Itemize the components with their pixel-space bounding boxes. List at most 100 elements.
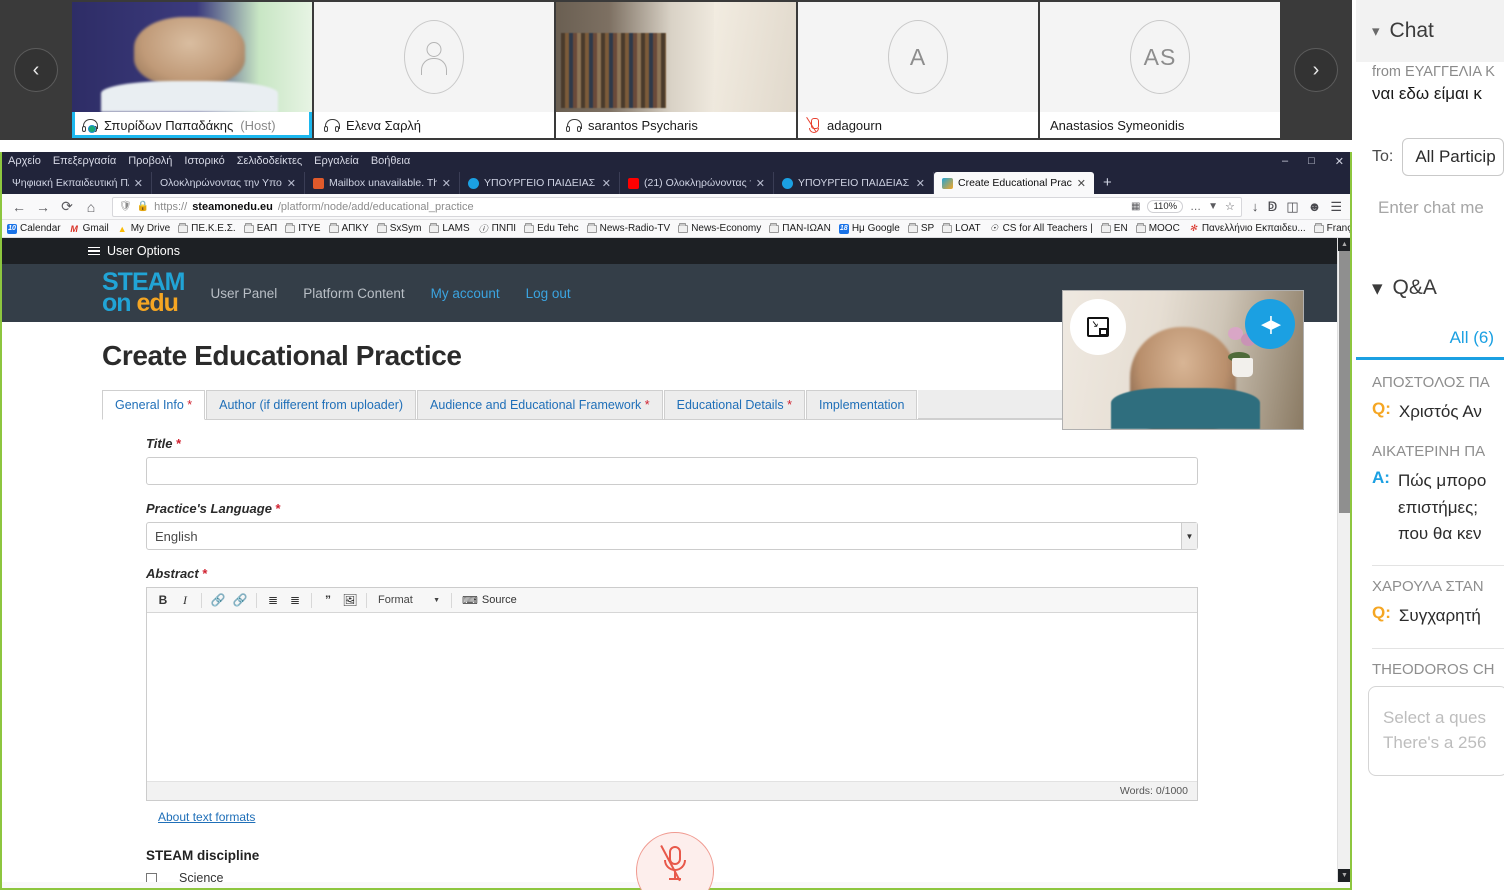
participant-tile[interactable]: Σπυρίδων Παπαδάκης (Host) xyxy=(72,2,312,138)
minimize-button[interactable]: – xyxy=(1282,155,1288,167)
browser-tab[interactable]: Mailbox unavailable. The serve ✕ xyxy=(305,172,460,194)
picture-in-picture-toggle-button[interactable]: ↘ xyxy=(1070,299,1126,355)
abstract-editor-body[interactable] xyxy=(147,613,1197,781)
new-tab-button[interactable]: + xyxy=(1094,172,1121,194)
format-dropdown[interactable]: Format ▼ xyxy=(373,591,445,610)
bookmark-loat[interactable]: LOAT xyxy=(942,223,981,234)
qa-panel-header[interactable]: ▾ Q&A xyxy=(1356,258,1504,318)
bookmark-sxsym[interactable]: SxSym xyxy=(376,223,421,234)
bookmark-pnpi[interactable]: ⓘ ΠΝΠΙ xyxy=(478,222,516,235)
nav-platform-content[interactable]: Platform Content xyxy=(303,286,404,301)
shield-icon[interactable]: 🛡 xyxy=(119,201,132,212)
nav-user-panel[interactable]: User Panel xyxy=(211,286,278,301)
menu-help[interactable]: Βοήθεια xyxy=(371,155,410,167)
bookmark-lams[interactable]: LAMS xyxy=(429,223,470,234)
tab-close-icon[interactable]: ✕ xyxy=(602,177,611,190)
zoom-level-badge[interactable]: 110% xyxy=(1147,200,1184,213)
unlink-icon[interactable]: 🔗 xyxy=(230,591,250,610)
image-icon[interactable]: 🖼 xyxy=(340,591,360,610)
tab-close-icon[interactable]: ✕ xyxy=(134,177,143,190)
chevron-down-icon[interactable]: ▾ xyxy=(1372,276,1383,301)
maximize-button[interactable]: □ xyxy=(1308,155,1315,167)
bookmark-panellinio-ekpaideu[interactable]: ✻ Πανελλήνιο Εκπαιδευ... xyxy=(1188,223,1306,234)
browser-tab[interactable]: ΥΠΟΥΡΓΕΙΟ ΠΑΙΔΕΙΑΣ ΚΑΙ ΘΡΗ ✕ xyxy=(460,172,620,194)
participant-tile[interactable]: sarantos Psycharis xyxy=(556,2,796,138)
bookmark-mooc[interactable]: MOOC xyxy=(1135,223,1180,234)
nav-log-out[interactable]: Log out xyxy=(526,286,571,301)
back-button[interactable]: ← xyxy=(8,196,30,218)
bookmark-eap[interactable]: ΕΑΠ xyxy=(243,223,277,234)
tab-close-icon[interactable]: ✕ xyxy=(756,177,765,190)
participants-prev-button[interactable]: ‹ xyxy=(0,0,72,140)
reload-button[interactable]: ⟳ xyxy=(56,196,78,218)
menu-file[interactable]: Αρχείο xyxy=(8,155,41,167)
page-scrollbar[interactable]: ▲ ▼ xyxy=(1337,238,1350,882)
participants-next-button[interactable]: › xyxy=(1280,0,1352,140)
menu-view[interactable]: Προβολή xyxy=(128,155,172,167)
bookmark-itye[interactable]: ΙΤΥΕ xyxy=(285,223,321,234)
chat-recipient-select[interactable]: All Particip xyxy=(1402,138,1504,176)
close-button[interactable]: ✕ xyxy=(1335,155,1344,168)
scroll-up-arrow[interactable]: ▲ xyxy=(1338,238,1350,251)
bookmark-apky[interactable]: ΑΠΚΥ xyxy=(328,223,369,234)
tab-close-icon[interactable]: ✕ xyxy=(287,177,296,190)
tab-close-icon[interactable]: ✕ xyxy=(442,177,451,190)
numbered-list-icon[interactable]: ≣ xyxy=(285,591,305,610)
bookmark-imerologio-google[interactable]: 18 Hμ Google xyxy=(838,223,900,234)
account-icon[interactable]: ☻ xyxy=(1308,199,1322,214)
checkbox-science[interactable] xyxy=(146,872,157,882)
bookmark-edu-tehc[interactable]: Edu Tehc xyxy=(524,223,579,234)
source-button[interactable]: ⌨ Source xyxy=(458,594,521,607)
tab-audience-and-educational-framework[interactable]: Audience and Educational Framework * xyxy=(417,390,663,419)
participant-tile[interactable]: Ελενα Σαρλή xyxy=(314,2,554,138)
bookmark-news-radio-tv[interactable]: News-Radio-TV xyxy=(586,223,670,234)
participant-tile[interactable]: AS Anastasios Symeonidis xyxy=(1040,2,1280,138)
library-icon[interactable]: ↁ xyxy=(1267,199,1277,215)
tab-author[interactable]: Author (if different from uploader) xyxy=(206,390,417,419)
menu-edit[interactable]: Επεξεργασία xyxy=(53,155,116,167)
bold-button[interactable]: B xyxy=(153,591,173,610)
browser-tab-active[interactable]: Create Educational Practice | St ✕ xyxy=(934,172,1094,194)
menu-bookmarks[interactable]: Σελιδοδείκτες xyxy=(237,155,302,167)
address-bar[interactable]: 🛡 🔒 https:// steamonedu.eu/platform/node/… xyxy=(112,196,1242,217)
nav-my-account[interactable]: My account xyxy=(431,286,500,301)
qa-tab-all[interactable]: All (6) xyxy=(1450,328,1494,348)
picture-in-picture-video[interactable]: ↘ ◂|▸ xyxy=(1062,290,1304,430)
reader-mode-icon[interactable]: ▦ xyxy=(1131,201,1140,212)
user-options-bar[interactable]: User Options xyxy=(2,238,1337,264)
forward-button[interactable]: → xyxy=(32,196,54,218)
browser-tab[interactable]: ΥΠΟΥΡΓΕΙΟ ΠΑΙΔΕΙΑΣ ΚΑΙ ΘΡΗ ✕ xyxy=(774,172,934,194)
blockquote-icon[interactable]: ” xyxy=(318,591,338,610)
italic-button[interactable]: I xyxy=(175,591,195,610)
bookmark-en[interactable]: EN xyxy=(1100,223,1128,234)
home-button[interactable]: ⌂ xyxy=(80,196,102,218)
bookmark-sp[interactable]: SP xyxy=(907,223,934,234)
pocket-icon[interactable]: ▼ xyxy=(1208,201,1218,212)
bookmark-cs-for-all-teachers[interactable]: ☉ CS for All Teachers | xyxy=(989,223,1093,234)
chat-panel-header[interactable]: ▾ Chat xyxy=(1356,0,1504,62)
menu-history[interactable]: Ιστορικό xyxy=(184,155,224,167)
lock-icon[interactable]: 🔒 xyxy=(137,201,149,212)
chevron-down-icon[interactable]: ▾ xyxy=(1372,22,1380,40)
ellipsis-icon[interactable]: … xyxy=(1190,201,1201,213)
title-input[interactable] xyxy=(146,457,1198,485)
bookmark-francais[interactable]: Français xyxy=(1313,223,1350,234)
scrollbar-thumb[interactable] xyxy=(1339,251,1350,513)
browser-tab[interactable]: (21) Ολοκληρώνοντας την Υπ ✕ xyxy=(620,172,774,194)
bullet-list-icon[interactable]: ≣ xyxy=(263,591,283,610)
download-icon[interactable]: ↓ xyxy=(1252,199,1259,214)
scroll-down-arrow[interactable]: ▼ xyxy=(1338,869,1350,882)
bookmark-news-economy[interactable]: News-Economy xyxy=(678,223,761,234)
tab-close-icon[interactable]: ✕ xyxy=(916,177,925,190)
participant-tile[interactable]: A adagourn xyxy=(798,2,1038,138)
bookmark-pan-ioan[interactable]: ΠΑΝ-ΙΩΑΝ xyxy=(769,223,831,234)
bookmark-pekes[interactable]: ΠΕ.Κ.Ε.Σ. xyxy=(178,223,236,234)
language-select[interactable]: English ▼ xyxy=(146,522,1198,550)
bookmark-my-drive[interactable]: ▲ My Drive xyxy=(117,223,170,234)
about-text-formats-link[interactable]: About text formats xyxy=(158,810,255,824)
browser-tab[interactable]: Ψηφιακή Εκπαιδευτική Πλατφόρμη ✕ xyxy=(4,172,152,194)
qa-entry[interactable]: A: Πώς μπορο επιστήμες; που θα κεν xyxy=(1372,468,1504,547)
sidebar-icon[interactable]: ◫ xyxy=(1286,199,1298,215)
menu-icon[interactable]: ☰ xyxy=(1330,199,1342,215)
menu-tools[interactable]: Εργαλεία xyxy=(314,155,359,167)
